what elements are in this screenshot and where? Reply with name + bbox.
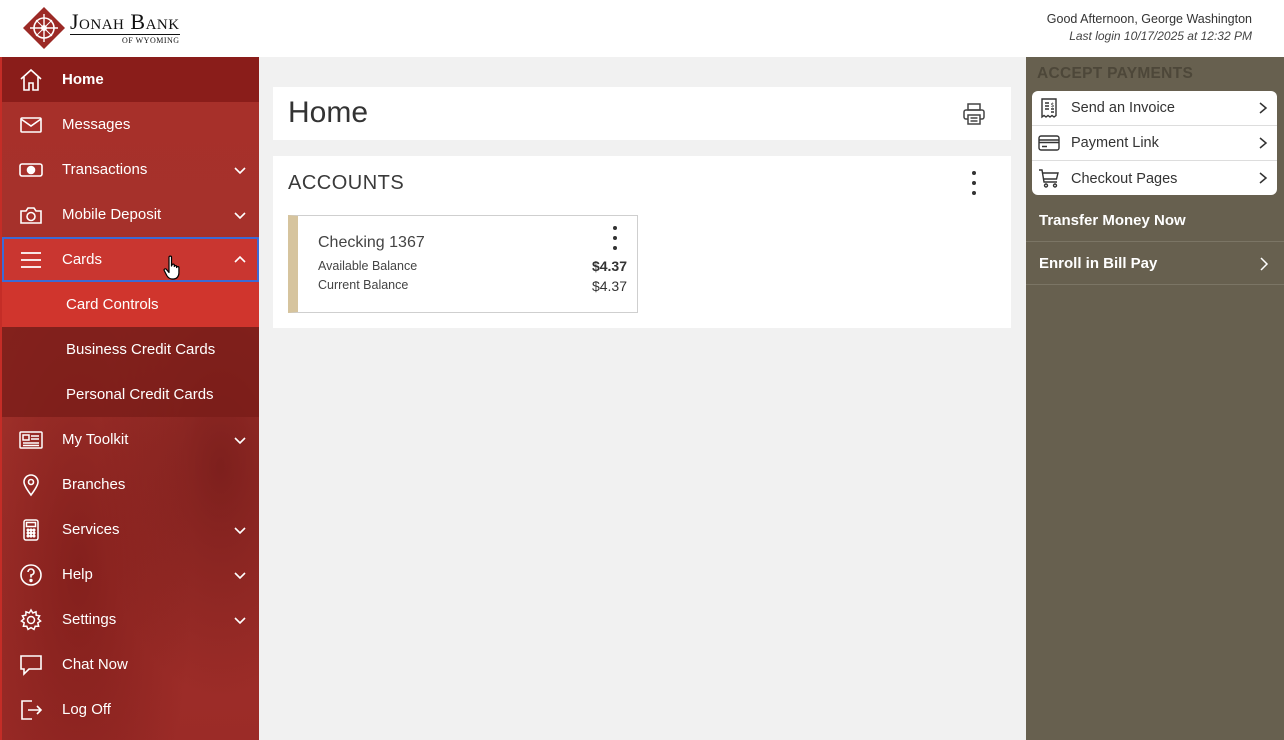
chevron-right-icon	[1260, 257, 1269, 271]
chevron-down-icon[interactable]	[233, 568, 247, 582]
sidebar-item-label: Branches	[62, 476, 126, 493]
menu-icon	[21, 252, 41, 268]
home-icon	[20, 68, 42, 91]
header: Jonah Bank of Wyoming Good Afternoon, Ge…	[0, 0, 1284, 57]
accounts-heading: ACCOUNTS	[288, 172, 405, 194]
sidebar-item-label: Mobile Deposit	[62, 206, 162, 223]
sidebar-item-label: Messages	[62, 116, 131, 133]
main-content: Home ACCOUNTS Checking 1367 Available Ba…	[259, 57, 1026, 740]
account-tile-checking[interactable]: Checking 1367 Available Balance $4.37 Cu…	[288, 215, 638, 313]
gear-icon	[20, 608, 42, 631]
greeting-text: Good Afternoon, George Washington	[1046, 12, 1252, 26]
sidebar-item-label: Transactions	[62, 161, 148, 178]
sidebar-nav: Home Messages Transactions Mobile Deposi…	[0, 57, 259, 740]
sidebar-item-label: Services	[62, 521, 120, 538]
transfer-money-label: Transfer Money Now	[1039, 211, 1186, 229]
map-pin-icon	[23, 474, 39, 497]
camera-icon	[20, 207, 42, 224]
available-balance-value: $4.37	[591, 258, 627, 274]
available-balance-label: Available Balance	[318, 259, 418, 273]
accounts-card: ACCOUNTS Checking 1367 Available Balance…	[273, 156, 1011, 328]
current-balance-label: Current Balance	[318, 278, 409, 292]
last-login-text: Last login 10/17/2025 at 12:32 PM	[1069, 29, 1252, 43]
checkout-pages-label: Checkout Pages	[1071, 170, 1178, 187]
submenu-personal-credit-cards[interactable]: Personal Credit Cards	[2, 372, 259, 417]
sidebar-item-log-off[interactable]: Log Off	[2, 687, 259, 732]
user-greeting: Good Afternoon, George Washington Last l…	[1047, 12, 1252, 43]
chevron-down-icon[interactable]	[233, 523, 247, 537]
printer-icon[interactable]	[961, 101, 987, 127]
chevron-down-icon[interactable]	[233, 208, 247, 222]
bank-name: Jonah Bank	[70, 9, 180, 35]
newspaper-icon	[19, 431, 43, 449]
payment-link-label: Payment Link	[1071, 135, 1159, 151]
envelope-icon	[20, 117, 42, 133]
sidebar-item-my-toolkit[interactable]: My Toolkit	[2, 417, 259, 462]
svg-text:$: $	[1051, 102, 1055, 109]
enroll-bill-pay-link[interactable]: Enroll in Bill Pay	[1026, 242, 1284, 285]
bank-subtitle: of Wyoming	[122, 36, 180, 45]
submenu-business-credit-cards[interactable]: Business Credit Cards	[2, 327, 259, 372]
sidebar-item-mobile-deposit[interactable]: Mobile Deposit	[2, 192, 259, 237]
sidebar-item-services[interactable]: Services	[2, 507, 259, 552]
chevron-down-icon[interactable]	[233, 163, 247, 177]
credit-card-icon	[1038, 135, 1060, 151]
cash-icon	[19, 163, 43, 177]
sidebar-item-home[interactable]: Home	[2, 57, 259, 102]
enroll-bill-pay-label: Enroll in Bill Pay	[1039, 254, 1158, 272]
sidebar-item-label: Chat Now	[62, 656, 128, 673]
sidebar-item-chat-now[interactable]: Chat Now	[2, 642, 259, 687]
transfer-money-now-link[interactable]: Transfer Money Now	[1026, 199, 1284, 242]
sidebar-item-help[interactable]: Help	[2, 552, 259, 597]
sidebar-item-label: Cards	[62, 251, 103, 268]
chat-icon	[20, 655, 42, 676]
invoice-icon: $	[1041, 98, 1057, 119]
right-panel: ACCEPT PAYMENTS $ Send an Invoice Paymen…	[1026, 57, 1284, 740]
send-invoice-label: Send an Invoice	[1071, 100, 1175, 116]
payment-link-item[interactable]: Payment Link	[1032, 126, 1277, 161]
sidebar-item-branches[interactable]: Branches	[2, 462, 259, 507]
accept-payments-list: $ Send an Invoice Payment Link Checkout …	[1032, 91, 1277, 195]
question-icon	[20, 564, 42, 586]
chevron-right-icon	[1259, 172, 1268, 184]
sidebar-item-settings[interactable]: Settings	[2, 597, 259, 642]
accounts-more-options-icon[interactable]	[970, 171, 978, 195]
compass-logo-icon	[23, 7, 65, 49]
sidebar-item-label: Log Off	[62, 701, 111, 718]
chevron-down-icon[interactable]	[233, 433, 247, 447]
sidebar-item-label: Settings	[62, 611, 117, 628]
current-balance-value: $4.37	[591, 278, 627, 294]
send-invoice-item[interactable]: $ Send an Invoice	[1032, 91, 1277, 126]
sidebar-item-label: Help	[62, 566, 93, 583]
sidebar-item-label: Home	[62, 71, 104, 88]
page-title: Home	[288, 96, 369, 129]
checkout-pages-item[interactable]: Checkout Pages	[1032, 161, 1277, 195]
chevron-up-icon[interactable]	[233, 253, 247, 267]
chevron-right-icon	[1259, 137, 1268, 149]
calculator-icon	[23, 519, 39, 541]
accept-payments-heading: ACCEPT PAYMENTS	[1037, 65, 1194, 82]
shopping-cart-icon	[1039, 169, 1059, 188]
bank-logo[interactable]: Jonah Bank of Wyoming	[22, 6, 180, 50]
account-more-options-icon[interactable]	[611, 226, 619, 250]
chevron-right-icon	[1259, 102, 1268, 114]
logout-icon	[21, 700, 43, 720]
sidebar-item-cards[interactable]: Cards	[2, 237, 259, 282]
page-title-card: Home	[273, 87, 1011, 140]
chevron-down-icon[interactable]	[233, 613, 247, 627]
account-name: Checking 1367	[318, 234, 425, 251]
sidebar-item-messages[interactable]: Messages	[2, 102, 259, 147]
submenu-card-controls[interactable]: Card Controls	[2, 282, 259, 327]
sidebar-item-transactions[interactable]: Transactions	[2, 147, 259, 192]
sidebar-item-label: My Toolkit	[62, 431, 129, 448]
hand-cursor-icon	[163, 255, 180, 280]
